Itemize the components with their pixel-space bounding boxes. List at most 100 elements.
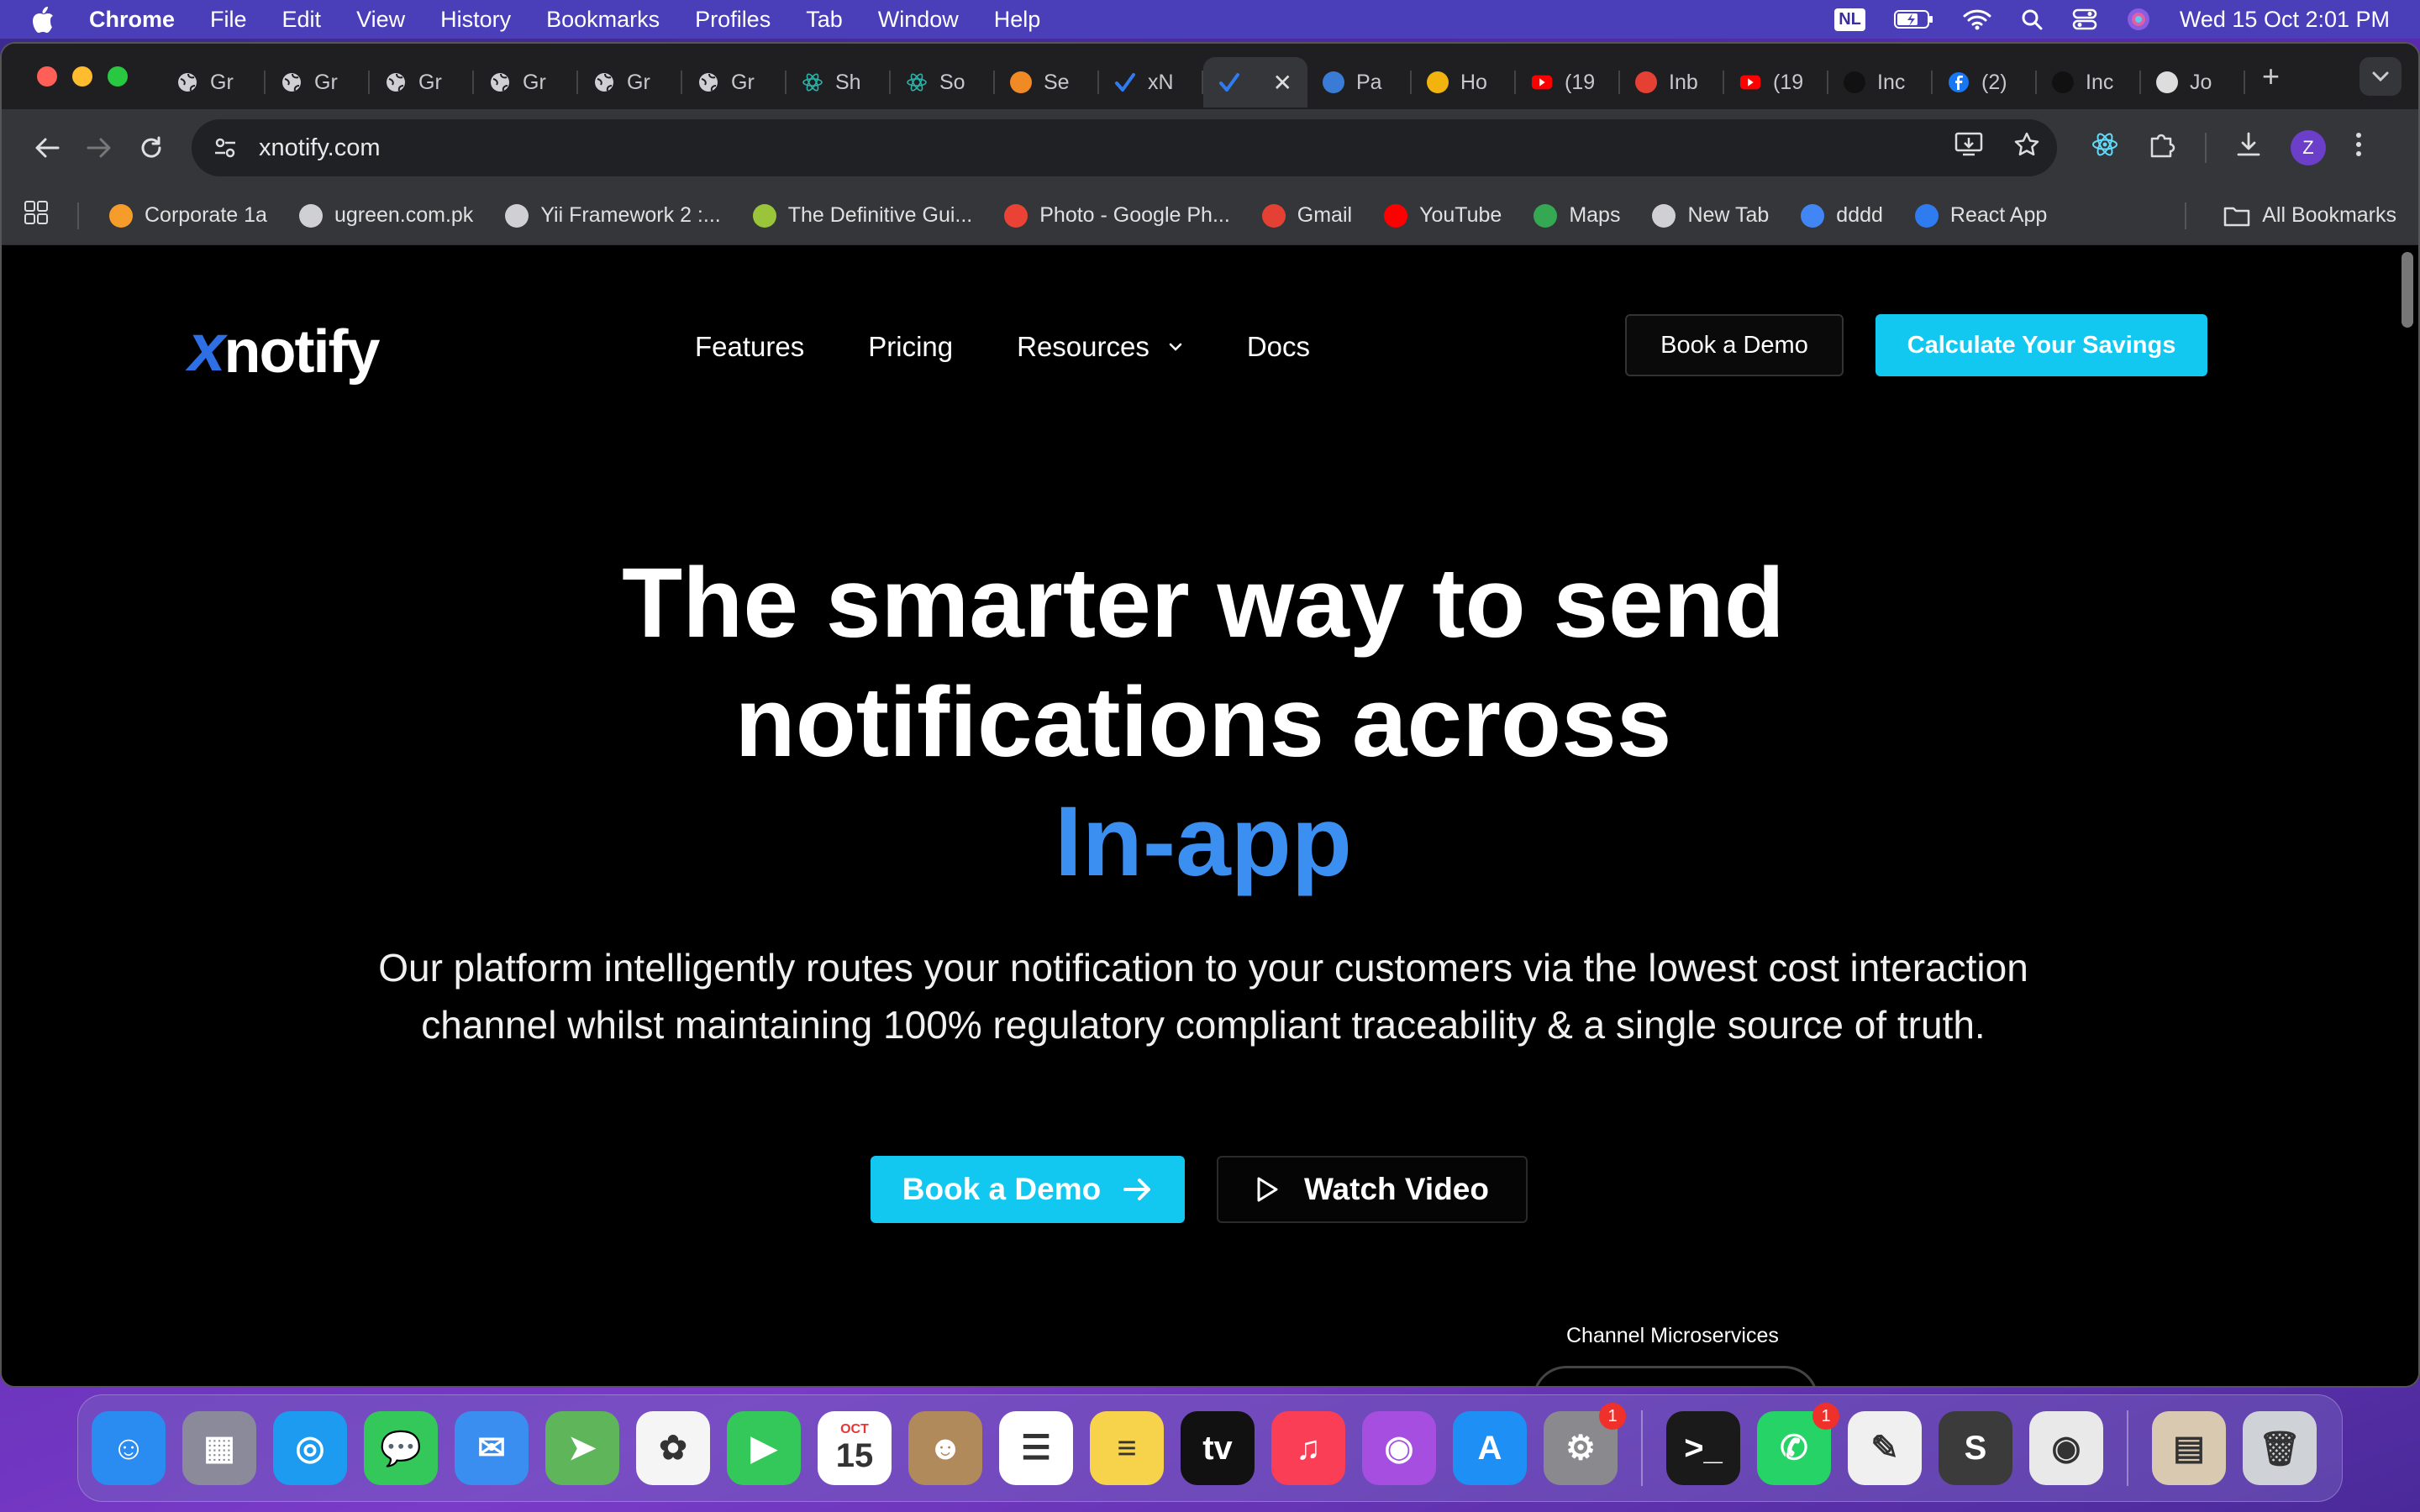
menubar-clock[interactable]: Wed 15 Oct 2:01 PM — [2180, 7, 2390, 33]
music-icon[interactable]: ♫ — [1271, 1411, 1345, 1485]
zoom-window-button[interactable] — [108, 66, 128, 87]
downloads-stack-icon[interactable]: ▤ — [2152, 1411, 2226, 1485]
whatsapp-icon[interactable]: ✆ 1 — [1757, 1403, 1839, 1485]
nav-features[interactable]: Features — [695, 331, 804, 363]
bookmark-item[interactable]: Gmail — [1261, 203, 1352, 228]
address-bar[interactable]: xnotify.com — [192, 119, 2057, 176]
menu-file[interactable]: File — [210, 7, 247, 33]
nav-resources[interactable]: Resources — [1017, 331, 1183, 363]
bookmark-item[interactable]: dddd — [1801, 203, 1883, 228]
tab-search-button[interactable] — [2360, 57, 2402, 96]
terminal-icon[interactable]: >_ — [1666, 1411, 1740, 1485]
close-tab-icon[interactable]: ✕ — [1273, 69, 1292, 97]
more-menu-icon[interactable] — [2354, 131, 2363, 165]
browser-tab[interactable]: (19 — [1724, 57, 1828, 108]
launchpad-icon[interactable]: ▦ — [182, 1411, 256, 1485]
contacts-icon[interactable]: ☻ — [908, 1411, 982, 1485]
trash-icon[interactable]: 🗑 — [2243, 1411, 2317, 1485]
browser-tab[interactable]: Gr — [682, 57, 786, 108]
podcasts-icon[interactable]: ◉ — [1362, 1411, 1436, 1485]
facetime-icon[interactable]: ▶ — [727, 1411, 801, 1485]
browser-tab[interactable]: Pa — [1307, 57, 1412, 108]
mail-icon[interactable]: ✉ — [455, 1411, 529, 1485]
messages-icon[interactable]: 💬 — [364, 1411, 438, 1485]
menu-tab[interactable]: Tab — [806, 7, 843, 33]
minimize-window-button[interactable] — [72, 66, 92, 87]
bookmark-item[interactable]: Corporate 1a — [109, 203, 267, 228]
control-center-icon[interactable] — [2072, 8, 2097, 31]
safari-icon[interactable]: ◎ — [273, 1411, 347, 1485]
photos-icon[interactable]: ✿ — [636, 1411, 710, 1485]
calendar-icon[interactable]: OCT 15 — [818, 1411, 892, 1485]
book-demo-cta-button[interactable]: Book a Demo — [871, 1156, 1185, 1223]
profile-avatar[interactable]: Z — [2291, 130, 2326, 165]
siri-icon[interactable] — [2126, 7, 2151, 32]
browser-tab[interactable]: Gr — [474, 57, 578, 108]
bookmark-item[interactable]: New Tab — [1652, 203, 1769, 228]
sublime-text-icon[interactable]: S — [1939, 1411, 2012, 1485]
spotlight-search-icon[interactable] — [2020, 8, 2044, 31]
browser-tab[interactable]: ✕ — [1203, 57, 1307, 108]
nav-docs[interactable]: Docs — [1247, 331, 1310, 363]
menu-view[interactable]: View — [356, 7, 405, 33]
browser-tab[interactable]: Gr — [266, 57, 370, 108]
input-source-badge[interactable]: NL — [1834, 8, 1865, 31]
apps-grid-icon[interactable] — [24, 200, 49, 231]
browser-tab[interactable]: Inc — [2037, 57, 2141, 108]
back-button[interactable] — [24, 124, 71, 171]
xnotify-logo[interactable]: x notify — [188, 309, 380, 386]
browser-tab[interactable]: Gr — [161, 57, 266, 108]
menu-help[interactable]: Help — [994, 7, 1041, 33]
browser-tab[interactable]: Jo — [2141, 57, 2245, 108]
browser-tab[interactable]: xN — [1099, 57, 1203, 108]
bookmark-item[interactable]: Photo - Google Ph... — [1004, 203, 1230, 228]
bookmark-item[interactable]: The Definitive Gui... — [752, 203, 972, 228]
calculate-savings-button[interactable]: Calculate Your Savings — [1876, 314, 2207, 376]
app-store-icon[interactable]: A — [1453, 1411, 1527, 1485]
book-demo-header-button[interactable]: Book a Demo — [1625, 314, 1844, 376]
bookmark-item[interactable]: Maps — [1534, 203, 1620, 228]
site-info-icon[interactable] — [208, 131, 242, 165]
watch-video-button[interactable]: Watch Video — [1217, 1156, 1528, 1223]
url-text[interactable]: xnotify.com — [259, 134, 1924, 162]
finder-icon[interactable]: ☺ — [92, 1411, 166, 1485]
react-devtools-extension-icon[interactable] — [2091, 130, 2119, 165]
battery-icon[interactable] — [1893, 8, 1934, 30]
extensions-puzzle-icon[interactable] — [2148, 130, 2176, 165]
menu-history[interactable]: History — [440, 7, 511, 33]
browser-tab[interactable]: Gr — [370, 57, 474, 108]
browser-tab[interactable]: Inb — [1620, 57, 1724, 108]
browser-tab[interactable]: Inc — [1828, 57, 1933, 108]
new-tab-button[interactable]: + — [2262, 59, 2280, 94]
menu-edit[interactable]: Edit — [282, 7, 322, 33]
textedit-icon[interactable]: ✎ — [1848, 1411, 1922, 1485]
all-bookmarks-button[interactable]: All Bookmarks — [2185, 202, 2396, 229]
menu-window[interactable]: Window — [878, 7, 959, 33]
downloads-icon[interactable] — [2235, 131, 2262, 165]
close-window-button[interactable] — [37, 66, 57, 87]
notes-icon[interactable]: ≡ — [1090, 1411, 1164, 1485]
browser-tab[interactable]: Gr — [578, 57, 682, 108]
bookmark-item[interactable]: YouTube — [1384, 203, 1502, 228]
tv-icon[interactable]: tv — [1181, 1411, 1255, 1485]
system-settings-icon[interactable]: ⚙ 1 — [1544, 1403, 1626, 1485]
bookmark-star-icon[interactable] — [2013, 131, 2040, 165]
browser-tab[interactable]: So — [891, 57, 995, 108]
reminders-icon[interactable]: ☰ — [999, 1411, 1073, 1485]
reload-button[interactable] — [128, 124, 175, 171]
bookmark-item[interactable]: Yii Framework 2 :... — [505, 203, 721, 228]
forward-button[interactable] — [76, 124, 123, 171]
menu-profiles[interactable]: Profiles — [695, 7, 771, 33]
menu-bookmarks[interactable]: Bookmarks — [546, 7, 660, 33]
install-app-icon[interactable] — [1954, 132, 1983, 164]
browser-tab[interactable]: (2) — [1933, 57, 2037, 108]
nav-pricing[interactable]: Pricing — [868, 331, 953, 363]
wifi-icon[interactable] — [1963, 8, 1991, 30]
apple-icon[interactable] — [30, 5, 55, 34]
maps-icon[interactable]: ➤ — [545, 1411, 619, 1485]
bookmark-item[interactable]: ugreen.com.pk — [298, 203, 473, 228]
browser-tab[interactable]: Ho — [1412, 57, 1516, 108]
browser-tab[interactable]: (19 — [1516, 57, 1620, 108]
chrome-icon[interactable]: ◉ — [2029, 1411, 2103, 1485]
bookmark-item[interactable]: React App — [1914, 203, 2047, 228]
